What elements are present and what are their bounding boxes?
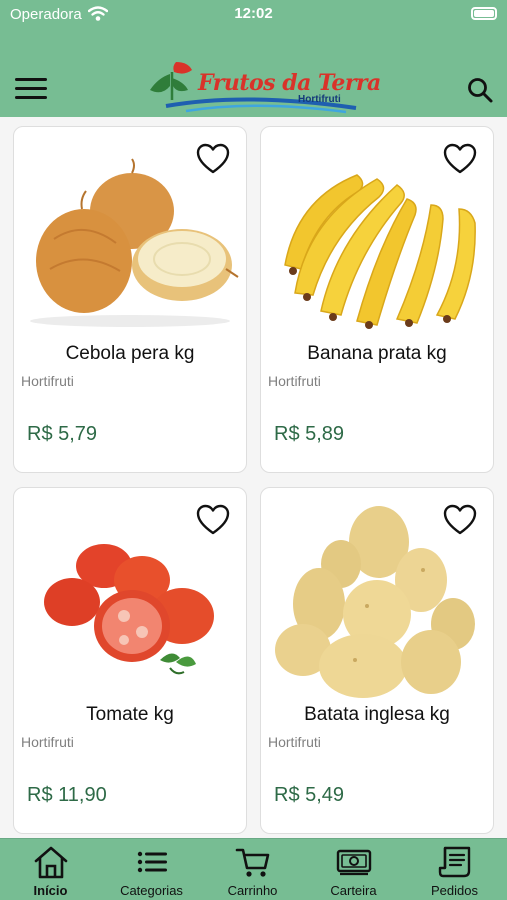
product-card[interactable]: Banana prata kg Hortifruti R$ 5,89: [260, 126, 494, 473]
tab-inicio[interactable]: Início: [0, 839, 101, 900]
tab-label: Categorias: [120, 883, 183, 898]
favorite-heart-icon[interactable]: [443, 143, 477, 175]
tab-pedidos[interactable]: Pedidos: [404, 839, 505, 900]
logo-title: Frutos da Terra: [198, 70, 381, 96]
product-name: Cebola pera kg: [65, 343, 195, 364]
tab-label: Início: [33, 883, 68, 898]
favorite-heart-icon[interactable]: [196, 143, 230, 175]
hamburger-menu-icon[interactable]: [15, 78, 47, 102]
product-category: Hortifruti: [268, 373, 321, 389]
product-name: Banana prata kg: [307, 343, 447, 364]
bottom-tab-bar: Início Categorias Carrinho Carteira Pedi…: [0, 838, 507, 900]
product-name: Batata inglesa kg: [304, 704, 450, 725]
tab-label: Carrinho: [227, 883, 278, 898]
tab-carteira[interactable]: Carteira: [303, 839, 404, 900]
logo-subtitle: Hortifruti: [298, 94, 341, 105]
tab-carrinho[interactable]: Carrinho: [202, 839, 303, 900]
app-header: Operadora 12:02 Frutos da Terra Hortifru…: [0, 0, 507, 117]
favorite-heart-icon[interactable]: [443, 504, 477, 536]
product-price: R$ 5,79: [27, 423, 98, 445]
product-category: Hortifruti: [21, 373, 74, 389]
product-category: Hortifruti: [21, 734, 74, 750]
product-name: Tomate kg: [86, 704, 174, 725]
product-price: R$ 11,90: [27, 784, 107, 806]
product-grid: Cebola pera kg Hortifruti R$ 5,79 Banana…: [0, 117, 507, 838]
clock: 12:02: [234, 5, 273, 22]
app-logo: Frutos da Terra Hortifruti: [146, 60, 381, 116]
tab-label: Carteira: [330, 883, 377, 898]
list-icon: [137, 851, 167, 873]
tab-label: Pedidos: [431, 883, 478, 898]
product-category: Hortifruti: [268, 734, 321, 750]
wallet-icon: [336, 849, 372, 876]
product-price: R$ 5,49: [274, 784, 345, 806]
status-bar: Operadora 12:02: [0, 0, 507, 30]
search-icon[interactable]: [466, 76, 494, 104]
receipt-icon: [438, 846, 471, 878]
product-card[interactable]: Cebola pera kg Hortifruti R$ 5,79: [13, 126, 247, 473]
home-icon: [34, 846, 68, 879]
product-price: R$ 5,89: [274, 423, 345, 445]
battery-icon: [471, 7, 497, 20]
tab-categorias[interactable]: Categorias: [101, 839, 202, 900]
product-card[interactable]: Tomate kg Hortifruti R$ 11,90: [13, 487, 247, 834]
favorite-heart-icon[interactable]: [196, 504, 230, 536]
product-card[interactable]: Batata inglesa kg Hortifruti R$ 5,49: [260, 487, 494, 834]
cart-icon: [235, 848, 270, 877]
